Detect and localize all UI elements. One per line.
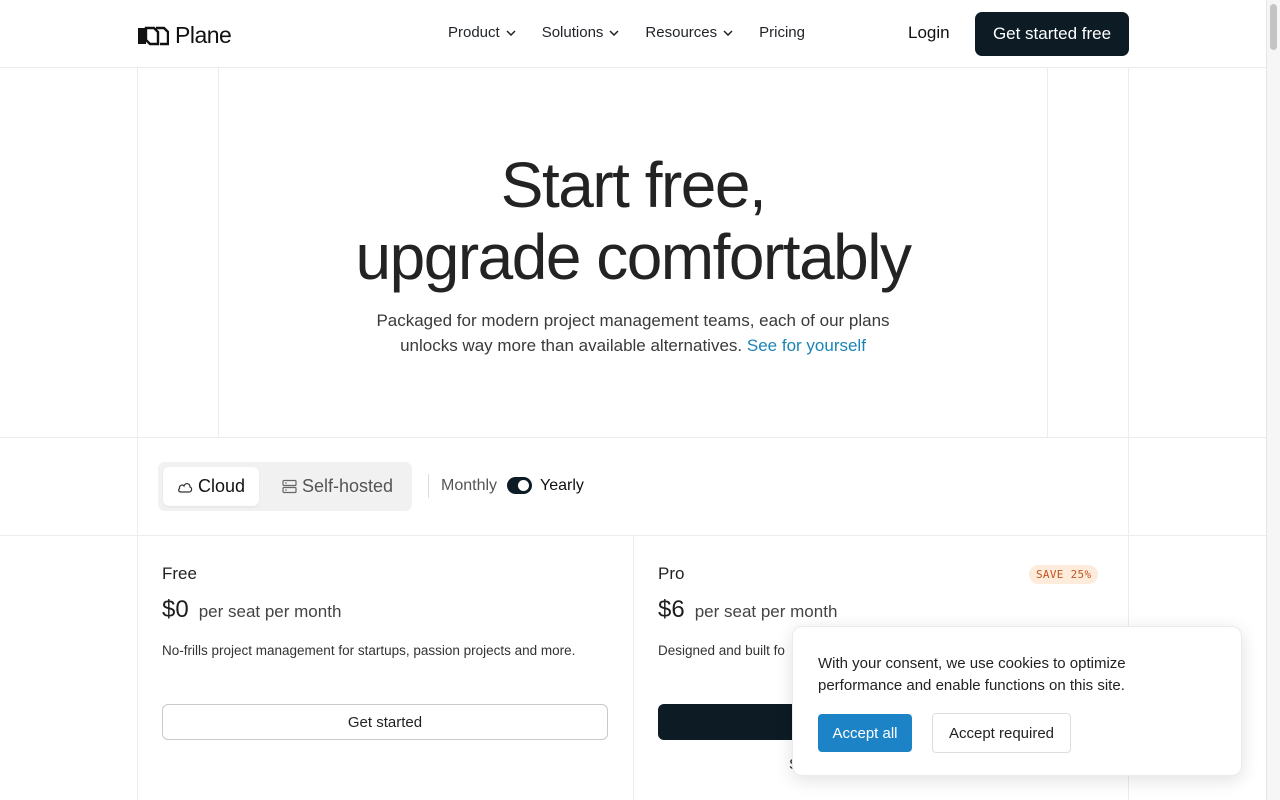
plan-name-pro: Pro: [658, 564, 685, 583]
grid-line: [0, 437, 1266, 438]
page-scrollbar[interactable]: [1266, 0, 1280, 800]
nav-product[interactable]: Product: [448, 24, 516, 41]
billing-toggle-switch[interactable]: [507, 477, 532, 494]
plan-description-pro: Designed and built fo: [658, 643, 785, 658]
plane-logo-icon: [138, 26, 169, 45]
self-hosted-option[interactable]: Self-hosted: [282, 467, 393, 506]
price-unit: per seat per month: [694, 602, 838, 621]
plan-description-free: No-frills project management for startup…: [162, 643, 576, 658]
login-link[interactable]: Login: [908, 23, 950, 43]
nav-solutions[interactable]: Solutions: [542, 24, 620, 41]
cookie-consent-dialog: With your consent, we use cookies to opt…: [792, 626, 1242, 776]
chevron-down-icon: [723, 29, 733, 36]
self-hosted-label: Self-hosted: [302, 476, 394, 496]
hero-subtitle-text: unlocks way more than available alternat…: [400, 336, 743, 355]
billing-monthly-label: Monthly: [441, 477, 498, 494]
grid-line: [0, 535, 1266, 536]
accept-required-button[interactable]: Accept required: [932, 713, 1071, 753]
billing-yearly-label: Yearly: [540, 477, 584, 494]
cloud-icon: [178, 482, 193, 493]
scrollbar-thumb[interactable]: [1270, 4, 1277, 50]
hosting-segmented-control: Cloud Self-hosted: [158, 462, 412, 511]
price-amount: $0: [162, 596, 189, 623]
nav-label: Product: [448, 24, 500, 41]
grid-line: [633, 536, 634, 800]
plan-name-free: Free: [162, 564, 197, 583]
hero-title-line2: upgrade comfortably: [355, 221, 912, 293]
chevron-down-icon: [506, 29, 516, 36]
main-nav: Product Solutions Resources Pricing: [448, 24, 805, 41]
toggle-divider: [428, 474, 429, 498]
price-unit: per seat per month: [198, 602, 342, 621]
cloud-label: Cloud: [197, 476, 246, 496]
cookie-text: With your consent, we use cookies to opt…: [818, 655, 1126, 694]
get-started-free-button[interactable]: Get started free: [975, 12, 1129, 56]
nav-pricing[interactable]: Pricing: [759, 24, 805, 41]
hero-subtitle-line2: unlocks way more than available alternat…: [0, 333, 1266, 358]
site-header: Plane Product Solutions Resources Pricin…: [0, 0, 1266, 68]
server-icon: [282, 479, 297, 494]
plan-price-free: $0 per seat per month: [162, 596, 341, 624]
price-amount: $6: [658, 596, 685, 623]
see-for-yourself-link[interactable]: See for yourself: [747, 336, 866, 355]
hero-subtitle: Packaged for modern project management t…: [0, 308, 1266, 358]
get-started-button[interactable]: Get started: [162, 704, 608, 740]
hero-subtitle-line1: Packaged for modern project management t…: [376, 311, 890, 330]
chevron-down-icon: [609, 29, 619, 36]
hero-title-line1: Start free,: [500, 149, 767, 221]
nav-resources[interactable]: Resources: [645, 24, 733, 41]
logo[interactable]: Plane: [137, 22, 232, 49]
save-badge: SAVE 25%: [1029, 565, 1099, 584]
accept-all-button[interactable]: Accept all: [818, 714, 912, 752]
plan-price-pro: $6 per seat per month: [658, 596, 837, 624]
cloud-option[interactable]: Cloud: [163, 467, 259, 506]
switch-knob: [518, 480, 529, 491]
logo-text: Plane: [175, 22, 232, 48]
nav-label: Solutions: [541, 24, 604, 41]
nav-label: Pricing: [759, 24, 805, 41]
nav-label: Resources: [645, 24, 718, 41]
